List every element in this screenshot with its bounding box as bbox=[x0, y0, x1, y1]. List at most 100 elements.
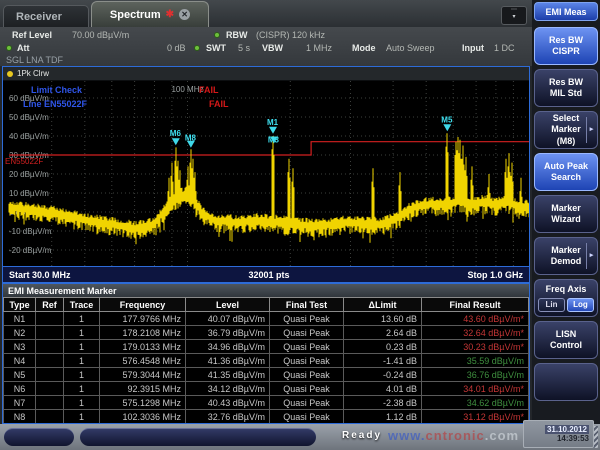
column-header: Frequency bbox=[100, 298, 186, 312]
status-button-2[interactable] bbox=[80, 428, 316, 446]
table-row[interactable]: N71575.1298 MHz40.43 dBµV/mQuasi Peak-2.… bbox=[4, 396, 529, 410]
trace1-dot-icon bbox=[7, 71, 13, 77]
att-led-icon bbox=[6, 45, 12, 51]
table-row[interactable]: N31179.0133 MHz34.96 dBµV/mQuasi Peak0.2… bbox=[4, 340, 529, 354]
cell-delta_limit: -1.41 dB bbox=[344, 354, 422, 368]
softkey-label: Marker bbox=[551, 245, 581, 256]
marker-M5-label: M5 bbox=[441, 115, 453, 124]
softkey-freq-axis[interactable]: Freq AxisLinLog bbox=[534, 279, 598, 317]
cell-delta_limit: 0.23 dB bbox=[344, 340, 422, 354]
softkey-marker-wizard[interactable]: MarkerWizard bbox=[534, 195, 598, 233]
cell-delta_limit: 2.64 dB bbox=[344, 326, 422, 340]
table-row[interactable]: N81102.3036 MHz32.76 dBµV/mQuasi Peak1.1… bbox=[4, 410, 529, 424]
close-tab-icon[interactable]: ✕ bbox=[179, 9, 190, 20]
softkey-blank[interactable] bbox=[534, 363, 598, 401]
att-value[interactable]: 0 dB bbox=[167, 43, 186, 53]
svg-text:40 dBµV/m: 40 dBµV/m bbox=[9, 132, 49, 141]
softkey-label: Auto Peak bbox=[544, 161, 588, 172]
marker-table: TypeRefTraceFrequencyLevelFinal TestΔLim… bbox=[3, 297, 529, 424]
spectrum-plot[interactable]: 60 dBµV/m50 dBµV/m40 dBµV/m30 dBµV/m20 d… bbox=[3, 81, 529, 266]
softkey-res-bw-cispr[interactable]: Res BWCISPR bbox=[534, 27, 598, 65]
softkey-label: Search bbox=[551, 172, 581, 183]
cell-level: 34.96 dBµV/m bbox=[186, 340, 270, 354]
softkey-label: Marker bbox=[551, 203, 581, 214]
trace-label[interactable]: 1Pk Clrw bbox=[17, 69, 49, 78]
softkey-label: Control bbox=[550, 340, 582, 351]
tab-spectrum[interactable]: Spectrum ✱ ✕ bbox=[91, 1, 209, 27]
status-button-1[interactable] bbox=[4, 428, 74, 446]
chart-footer: Start 30.0 MHz 32001 pts Stop 1.0 GHz bbox=[3, 266, 529, 282]
cell-final_test: Quasi Peak bbox=[270, 312, 344, 326]
table-row[interactable]: N11177.9766 MHz40.07 dBµV/mQuasi Peak13.… bbox=[4, 312, 529, 326]
limit-line-name: Line EN55022F bbox=[23, 99, 88, 109]
cell-delta_limit: -0.24 dB bbox=[344, 368, 422, 382]
cell-level: 41.35 dBµV/m bbox=[186, 368, 270, 382]
cell-delta_limit: 4.01 dB bbox=[344, 382, 422, 396]
marker-M5-icon bbox=[443, 124, 451, 131]
mode-label: Mode bbox=[352, 43, 376, 53]
cell-final_result: 36.76 dBµV/m bbox=[422, 368, 529, 382]
ref-level-label: Ref Level bbox=[12, 30, 52, 40]
cell-type: N7 bbox=[4, 396, 36, 410]
table-row[interactable]: N6192.3915 MHz34.12 dBµV/mQuasi Peak4.01… bbox=[4, 382, 529, 396]
cell-trace: 1 bbox=[64, 410, 100, 424]
swt-led-icon bbox=[194, 45, 200, 51]
tab-receiver[interactable]: Receiver bbox=[3, 5, 89, 27]
cell-final_test: Quasi Peak bbox=[270, 368, 344, 382]
spectrum-window: 1Pk Clrw 60 dBµV/m50 dBµV/m40 dBµV/m30 d… bbox=[2, 66, 530, 283]
ref-level-value[interactable]: 70.00 dBµV/m bbox=[72, 30, 129, 40]
svg-text:10 dBµV/m: 10 dBµV/m bbox=[9, 189, 49, 198]
softkey-marker-demod[interactable]: MarkerDemod▸ bbox=[534, 237, 598, 275]
cell-frequency: 576.4548 MHz bbox=[100, 354, 186, 368]
cell-delta_limit: 1.12 dB bbox=[344, 410, 422, 424]
att-label: Att bbox=[17, 43, 30, 53]
cell-ref bbox=[36, 368, 64, 382]
softkey-res-bw-mil-std[interactable]: Res BWMIL Std bbox=[534, 69, 598, 107]
swt-label: SWT bbox=[206, 43, 226, 53]
cell-ref bbox=[36, 354, 64, 368]
softkey-label: Marker bbox=[551, 124, 581, 135]
vbw-value[interactable]: 1 MHz bbox=[306, 43, 332, 53]
column-header: Ref bbox=[36, 298, 64, 312]
softkey-lisn-control[interactable]: LISNControl bbox=[534, 321, 598, 359]
swt-value[interactable]: 5 s bbox=[238, 43, 250, 53]
cell-final_test: Quasi Peak bbox=[270, 396, 344, 410]
softkey-label: Wizard bbox=[551, 214, 580, 225]
cell-ref bbox=[36, 396, 64, 410]
softkey-auto-peak-search[interactable]: Auto PeakSearch bbox=[534, 153, 598, 191]
table-row[interactable]: N51579.3044 MHz41.35 dBµV/mQuasi Peak-0.… bbox=[4, 368, 529, 382]
cell-final_test: Quasi Peak bbox=[270, 382, 344, 396]
marker-M1-icon bbox=[269, 127, 277, 134]
softkey-label: (M8) bbox=[557, 136, 576, 147]
cell-type: N2 bbox=[4, 326, 36, 340]
input-value[interactable]: 1 DC bbox=[494, 43, 515, 53]
date-value: 31.10.2012 bbox=[545, 425, 589, 434]
column-header: Final Test bbox=[270, 298, 344, 312]
table-row[interactable]: N21178.2108 MHz36.79 dBµV/mQuasi Peak2.6… bbox=[4, 326, 529, 340]
freq-axis-log-toggle[interactable]: Log bbox=[567, 298, 594, 312]
cell-final_test: Quasi Peak bbox=[270, 326, 344, 340]
cell-level: 32.76 dBµV/m bbox=[186, 410, 270, 424]
cell-final_test: Quasi Peak bbox=[270, 340, 344, 354]
cell-frequency: 177.9766 MHz bbox=[100, 312, 186, 326]
cell-trace: 1 bbox=[64, 368, 100, 382]
window-menu-button[interactable]: ⋯ ▾ bbox=[501, 6, 527, 25]
input-label: Input bbox=[462, 43, 484, 53]
tab-bar: Receiver Spectrum ✱ ✕ ⋯ ▾ bbox=[0, 0, 532, 27]
table-row[interactable]: N41576.4548 MHz41.36 dBµV/mQuasi Peak-1.… bbox=[4, 354, 529, 368]
freq-axis-lin-toggle[interactable]: Lin bbox=[538, 298, 565, 312]
cell-trace: 1 bbox=[64, 396, 100, 410]
cell-type: N3 bbox=[4, 340, 36, 354]
softkey-select-marker[interactable]: SelectMarker(M8)▸ bbox=[534, 111, 598, 149]
cell-delta_limit: -2.38 dB bbox=[344, 396, 422, 410]
svg-text:20 dBµV/m: 20 dBµV/m bbox=[9, 170, 49, 179]
svg-text:-20 dBµV/m: -20 dBµV/m bbox=[9, 246, 52, 255]
softkey-label: MIL Std bbox=[550, 88, 582, 99]
cell-frequency: 178.2108 MHz bbox=[100, 326, 186, 340]
rbw-label: RBW bbox=[226, 30, 248, 40]
rbw-value[interactable]: (CISPR) 120 kHz bbox=[256, 30, 325, 40]
menu-title-emi-meas: EMI Meas bbox=[534, 2, 598, 21]
marker-M1-label: M1 bbox=[267, 118, 279, 127]
marker-M8-label: M8 bbox=[185, 134, 197, 143]
mode-value[interactable]: Auto Sweep bbox=[386, 43, 435, 53]
